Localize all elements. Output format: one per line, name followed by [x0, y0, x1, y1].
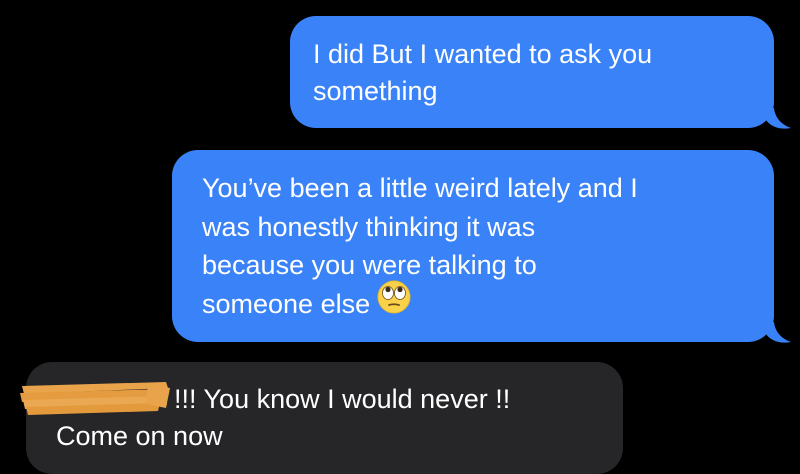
redaction-scribble: [20, 382, 170, 415]
message-text-line: something: [313, 76, 438, 106]
bubble-tail-sent: [766, 108, 791, 129]
message-text-line-with-emoji: someone else: [202, 280, 754, 326]
message-text-line: was honestly thinking it was: [202, 211, 536, 242]
face-with-rolling-eyes-icon: [376, 279, 412, 326]
bubble-tail-sent: [766, 322, 791, 343]
message-text: someone else: [202, 288, 371, 319]
message-text-line: because you were talking to: [202, 250, 537, 280]
message-text-line: You’ve been a little weird lately and I: [202, 173, 638, 203]
message-text-line: Come on now: [56, 421, 223, 451]
message-bubble-sent[interactable]: You’ve been a little weird lately and I …: [172, 150, 774, 342]
message-text-line: I did But I wanted to ask you: [313, 39, 653, 69]
message-bubble-sent[interactable]: I did But I wanted to ask you something: [290, 16, 774, 128]
